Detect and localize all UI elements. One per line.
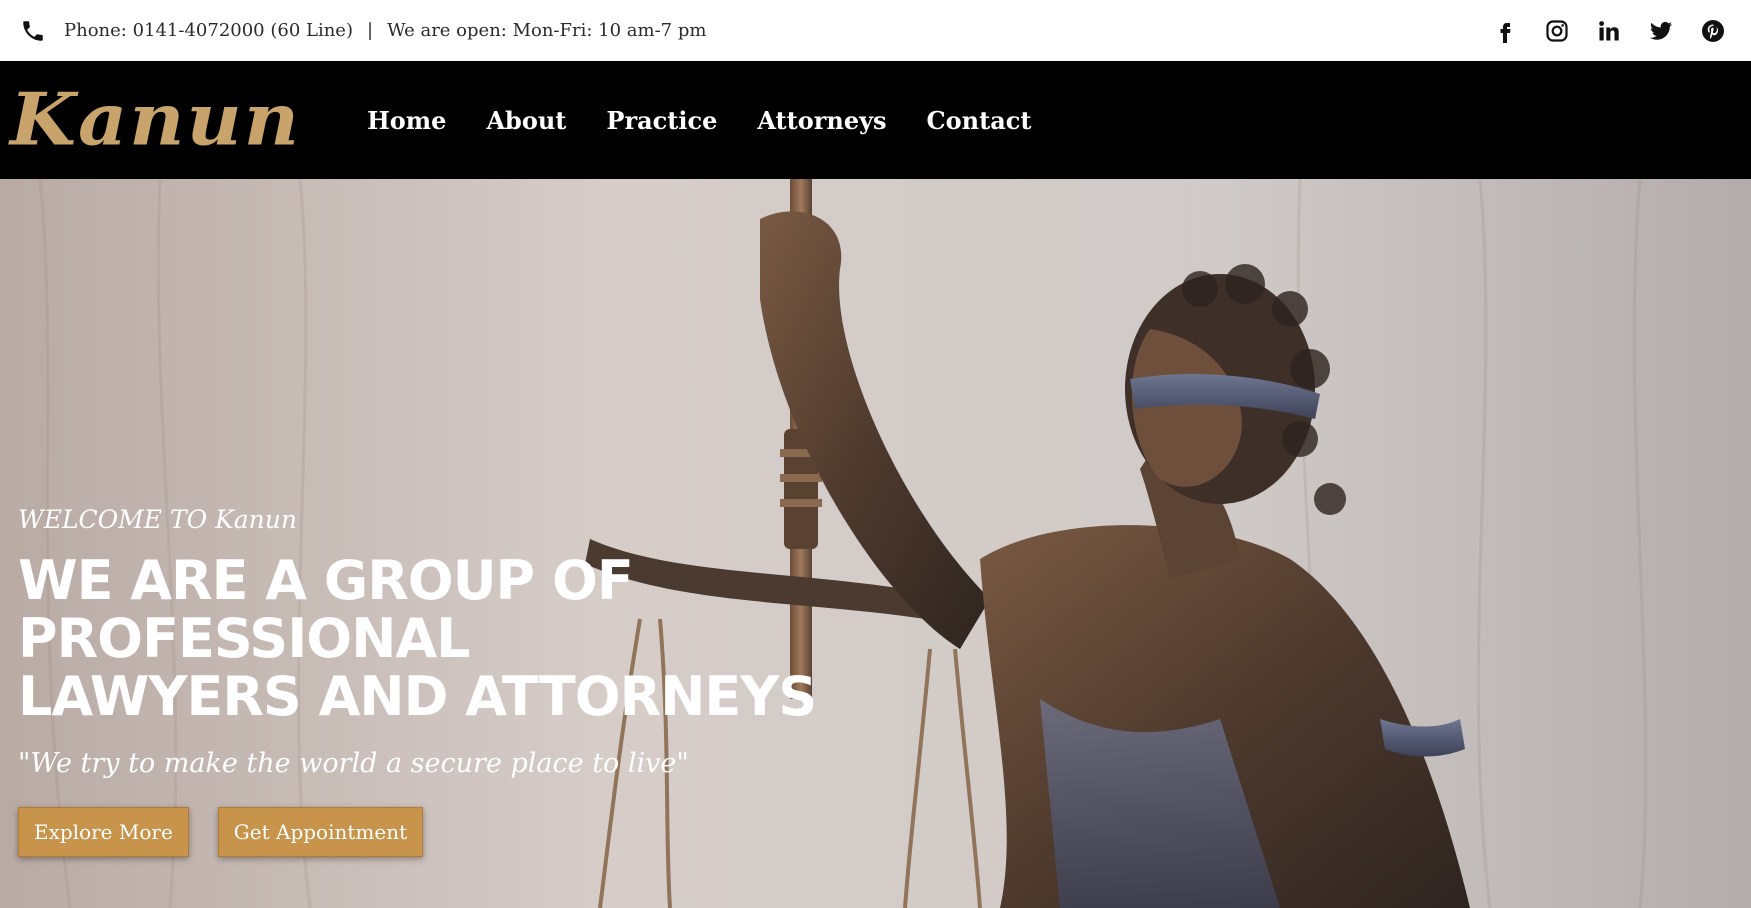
- hero-tagline: "We try to make the world a secure place…: [18, 748, 689, 779]
- pinterest-icon[interactable]: [1699, 17, 1727, 45]
- social-links: [1491, 17, 1731, 45]
- headline-line-1: WE ARE A GROUP OF PROFESSIONAL: [18, 549, 634, 670]
- phone-text: Phone: 0141-4072000 (60 Line): [64, 20, 353, 41]
- opening-hours: We are open: Mon-Fri: 10 am-7 pm: [387, 20, 707, 41]
- contact-info: Phone: 0141-4072000 (60 Line) | We are o…: [20, 18, 706, 44]
- phone-icon: [20, 18, 46, 44]
- headline-line-2: LAWYERS AND ATTORNEYS: [18, 665, 817, 728]
- nav-home[interactable]: Home: [367, 106, 446, 135]
- site-logo[interactable]: Kanun: [10, 83, 301, 156]
- main-navbar: Kanun Home About Practice Attorneys Cont…: [0, 61, 1751, 179]
- nav-attorneys[interactable]: Attorneys: [757, 106, 886, 135]
- nav-about[interactable]: About: [486, 106, 566, 135]
- explore-more-button[interactable]: Explore More: [18, 807, 189, 857]
- nav-practice[interactable]: Practice: [606, 106, 717, 135]
- nav-contact[interactable]: Contact: [927, 106, 1032, 135]
- separator: |: [366, 20, 374, 41]
- primary-nav: Home About Practice Attorneys Contact: [367, 106, 1031, 135]
- instagram-icon[interactable]: [1543, 17, 1571, 45]
- welcome-text: WELCOME TO Kanun: [18, 505, 297, 534]
- twitter-icon[interactable]: [1647, 17, 1675, 45]
- hero-headline: WE ARE A GROUP OF PROFESSIONAL LAWYERS A…: [18, 552, 1018, 726]
- hero-content: WELCOME TO Kanun WE ARE A GROUP OF PROFE…: [18, 505, 1018, 857]
- top-info-bar: Phone: 0141-4072000 (60 Line) | We are o…: [0, 0, 1751, 61]
- get-appointment-button[interactable]: Get Appointment: [217, 807, 424, 857]
- cta-buttons: Explore More Get Appointment: [18, 807, 1018, 857]
- hero-section: WELCOME TO Kanun WE ARE A GROUP OF PROFE…: [0, 179, 1751, 908]
- facebook-icon[interactable]: [1491, 17, 1519, 45]
- linkedin-icon[interactable]: [1595, 17, 1623, 45]
